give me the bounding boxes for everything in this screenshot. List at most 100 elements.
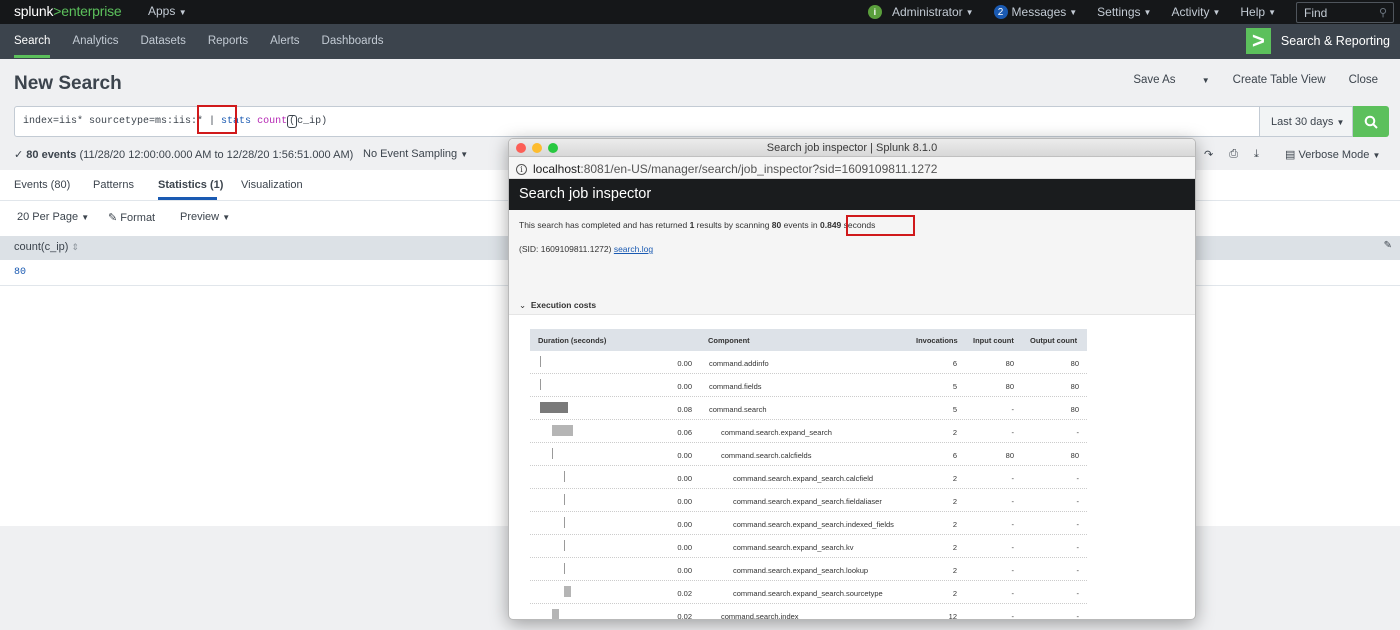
job-actions: ↷ ⎙ ⤓ <box>1204 148 1275 161</box>
url-bar[interactable]: i localhost:8081/en-US/manager/search/job… <box>509 157 1195 179</box>
invocations-cell: 6 <box>952 359 957 368</box>
caret-down-icon: ▼ <box>81 213 90 222</box>
search-submit-button[interactable] <box>1353 106 1389 137</box>
result-cell[interactable]: 80 <box>14 267 26 278</box>
nav-search[interactable]: Search <box>14 24 51 59</box>
app-name-label: Search & Reporting <box>1280 34 1390 48</box>
minimize-window-icon[interactable] <box>532 143 542 153</box>
app-logo-icon: > <box>1245 28 1271 54</box>
invocations-cell: 2 <box>952 543 957 552</box>
execution-costs-table: Duration (seconds) Component Invocations… <box>530 329 1087 620</box>
per-page-menu[interactable]: 20 Per Page ▼ <box>17 211 89 223</box>
search-query[interactable]: index=iis* sourcetype=ms:iis:* | stats c… <box>23 115 328 128</box>
app-name[interactable]: > Search & Reporting <box>1245 28 1390 54</box>
caret-down-icon: ▼ <box>1201 76 1210 85</box>
invocations-cell: 6 <box>952 451 957 460</box>
output-count-cell: 80 <box>1070 451 1079 460</box>
time-range-label: Last 30 days <box>1271 116 1334 128</box>
sid-text: (SID: 1609109811.1272) <box>519 244 614 254</box>
app-bar: Search Analytics Datasets Reports Alerts… <box>0 24 1400 59</box>
query-rest: c_ip) <box>297 116 328 127</box>
table-row: 0.08 command.search 5 - 80 <box>530 397 1087 420</box>
duration-bar <box>540 379 541 390</box>
administrator-menu[interactable]: i Administrator ▼ <box>867 5 974 19</box>
table-row: 0.00 command.search.expand_search.fieldal… <box>530 489 1087 512</box>
component-cell: command.search.expand_search.sourcetype <box>733 589 883 598</box>
component-cell: command.search <box>709 405 767 414</box>
help-menu[interactable]: Help ▼ <box>1240 5 1276 19</box>
tab-statistics[interactable]: Statistics (1) <box>158 179 223 191</box>
info-icon[interactable]: i <box>516 163 527 175</box>
nav-reports[interactable]: Reports <box>208 24 248 59</box>
export-icon[interactable]: ⤓ <box>1254 148 1259 161</box>
component-cell: command.search.calcfields <box>721 451 812 460</box>
column-header-count-c-ip[interactable]: count(c_ip) ⇕ <box>14 241 79 253</box>
share-icon[interactable]: ↷ <box>1204 148 1213 161</box>
search-log-link[interactable]: search.log <box>614 244 653 254</box>
sort-icon: ⇕ <box>71 242 80 252</box>
apps-menu[interactable]: Apps ▼ <box>148 4 187 18</box>
activity-label: Activity <box>1171 5 1210 19</box>
summary-mid2: events in <box>781 220 821 230</box>
duration-cell: 0.08 <box>677 405 692 414</box>
create-table-view-button[interactable]: Create Table View <box>1233 74 1326 86</box>
format-button[interactable]: ✎ Format <box>108 211 155 224</box>
messages-menu[interactable]: 2 Messages ▼ <box>993 5 1078 19</box>
output-count-cell: 80 <box>1070 359 1079 368</box>
activity-menu[interactable]: Activity ▼ <box>1171 5 1220 19</box>
page-actions: Save As ▼ Create Table View Close <box>1087 74 1378 86</box>
duration-cell: 0.00 <box>677 474 692 483</box>
table-row: 0.02 command.search.expand_search.sourcet… <box>530 581 1087 604</box>
maximize-window-icon[interactable] <box>548 143 558 153</box>
nav-datasets[interactable]: Datasets <box>140 24 185 59</box>
sid-line: (SID: 1609109811.1272) search.log <box>519 244 653 254</box>
save-as-button[interactable]: Save As ▼ <box>1110 74 1209 86</box>
component-cell: command.search.expand_search.fieldaliase… <box>733 497 882 506</box>
events-scanned-count: 80 <box>771 220 782 230</box>
invocations-cell: 2 <box>952 520 957 529</box>
nav-dashboards[interactable]: Dashboards <box>322 24 384 59</box>
pencil-icon: ✎ <box>108 212 118 224</box>
nav-alerts[interactable]: Alerts <box>270 24 299 59</box>
invocations-cell: 12 <box>948 612 957 620</box>
execution-costs-toggle[interactable]: ⌄ Execution costs <box>519 300 596 311</box>
time-range-picker[interactable]: Last 30 days ▼ <box>1260 106 1353 137</box>
summary-mid: results by scanning <box>694 220 772 230</box>
page-title: New Search <box>14 73 122 94</box>
edit-pencil-icon[interactable]: ✎ <box>1384 240 1392 251</box>
tab-events[interactable]: Events (80) <box>14 179 70 191</box>
inspector-header: Search job inspector <box>509 179 1195 210</box>
duration-bar <box>564 494 565 505</box>
close-window-icon[interactable] <box>516 143 526 153</box>
duration-cell: 0.00 <box>677 520 692 529</box>
preview-menu[interactable]: Preview ▼ <box>180 211 230 223</box>
find-input[interactable]: Find ⚲ <box>1296 1 1394 23</box>
event-sampling-menu[interactable]: No Event Sampling ▼ <box>363 148 468 160</box>
table-row: 0.00 command.search.expand_search.indexed… <box>530 512 1087 535</box>
tab-patterns[interactable]: Patterns <box>93 179 134 191</box>
invocations-cell: 2 <box>952 497 957 506</box>
input-count-cell: 80 <box>1005 359 1014 368</box>
print-icon[interactable]: ⎙ <box>1229 148 1238 161</box>
search-icon <box>1364 115 1378 129</box>
window-titlebar[interactable]: Search job inspector | Splunk 8.1.0 <box>509 139 1195 157</box>
close-button[interactable]: Close <box>1349 74 1378 86</box>
component-cell: command.search.expand_search.calcfield <box>733 474 874 483</box>
logo-product: enterprise <box>61 3 122 19</box>
caret-down-icon: ▼ <box>1069 7 1078 17</box>
splunk-logo[interactable]: splunk>enterprise <box>14 3 122 19</box>
component-cell: command.addinfo <box>709 359 769 368</box>
search-mode-menu[interactable]: ▤ Verbose Mode ▼ <box>1285 148 1380 161</box>
settings-menu[interactable]: Settings ▼ <box>1097 5 1151 19</box>
url-path: :8081/en-US/manager/search/job_inspector… <box>580 162 938 176</box>
col-invocations: Invocations <box>916 336 958 345</box>
duration-bar <box>552 425 573 436</box>
per-page-label: 20 Per Page <box>17 211 79 223</box>
tab-visualization[interactable]: Visualization <box>241 179 303 191</box>
output-count-cell: 80 <box>1070 405 1079 414</box>
duration-cell: 0.02 <box>677 589 692 598</box>
logo-main-text: splunk <box>14 3 54 19</box>
input-count-cell: - <box>1011 474 1015 483</box>
checkmark-icon: ✓ <box>14 149 24 161</box>
nav-analytics[interactable]: Analytics <box>72 24 118 59</box>
